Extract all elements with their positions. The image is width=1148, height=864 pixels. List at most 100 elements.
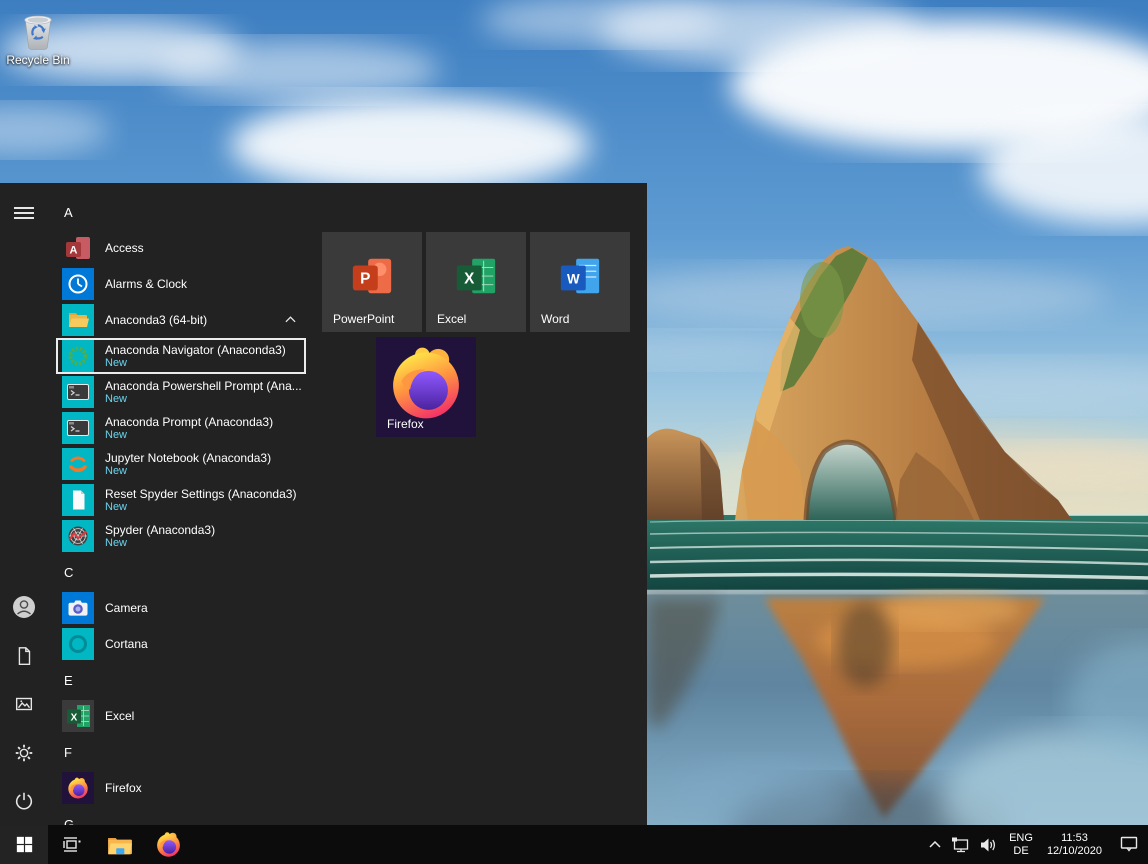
app-list-item-alarms-clock[interactable]: Alarms & Clock <box>56 266 306 302</box>
app-item-text: Anaconda Prompt (Anaconda3)New <box>105 410 273 446</box>
tile-label: PowerPoint <box>333 312 394 326</box>
app-item-label: Cortana <box>105 637 148 651</box>
section-header-label: C <box>64 565 73 580</box>
svg-text:W: W <box>567 272 580 287</box>
firefox-icon <box>387 344 465 422</box>
language-primary: ENG <box>1009 832 1033 845</box>
app-item-label: Anaconda Powershell Prompt (Ana... <box>105 379 302 393</box>
app-item-text: Camera <box>105 590 148 626</box>
clock-time: 11:53 <box>1047 832 1102 845</box>
start-menu: A AAccessAlarms & Clock Anaconda3 (64-bit)… <box>0 183 647 825</box>
firefox-taskbar-button[interactable] <box>144 825 192 864</box>
new-badge: New <box>105 357 286 370</box>
user-account-button[interactable] <box>0 583 48 631</box>
app-item-label: Spyder (Anaconda3) <box>105 523 215 537</box>
app-list-item-anaconda-navigator-anaconda3[interactable]: Anaconda Navigator (Anaconda3)New <box>56 338 306 374</box>
app-item-label: Anaconda Navigator (Anaconda3) <box>105 343 286 357</box>
app-list-item-anaconda-prompt-anaconda3[interactable]: Anaconda Prompt (Anaconda3)New <box>56 410 306 446</box>
network-button[interactable] <box>946 825 975 864</box>
section-header-label: A <box>64 205 73 220</box>
recycle-bin-shortcut[interactable]: Recycle Bin <box>5 8 71 67</box>
camera-icon <box>62 592 94 624</box>
app-list-item-anaconda-powershell-prompt-ana[interactable]: Anaconda Powershell Prompt (Ana...New <box>56 374 306 410</box>
documents-button[interactable] <box>0 632 48 680</box>
app-item-label: Camera <box>105 601 148 615</box>
app-item-label: Excel <box>105 709 134 723</box>
tile-label: Firefox <box>387 417 424 431</box>
app-list-header-g[interactable]: G <box>56 806 306 825</box>
app-list: A AAccessAlarms & Clock Anaconda3 (64-bit)… <box>56 194 306 825</box>
app-item-text: Alarms & Clock <box>105 266 187 302</box>
app-list-item-firefox[interactable]: Firefox <box>56 770 306 806</box>
taskbar: ENG DE 11:53 12/10/2020 <box>0 825 1148 864</box>
expand-menu-button[interactable] <box>0 189 48 237</box>
pictures-icon <box>13 693 35 715</box>
tray-expand-button[interactable] <box>924 825 946 864</box>
app-list-item-access[interactable]: AAccess <box>56 230 306 266</box>
collapse-chevron-icon[interactable] <box>285 316 296 323</box>
language-secondary: DE <box>1009 845 1033 858</box>
task-view-icon <box>63 836 82 853</box>
settings-button[interactable] <box>0 729 48 777</box>
recycle-bin-label: Recycle Bin <box>5 53 71 67</box>
speaker-icon <box>980 837 998 853</box>
app-item-text: Jupyter Notebook (Anaconda3)New <box>105 446 271 482</box>
start-button[interactable] <box>0 825 48 864</box>
tile-label: Word <box>541 312 569 326</box>
svg-text:P: P <box>360 271 370 288</box>
spyder-icon <box>62 520 94 552</box>
app-list-item-cortana[interactable]: Cortana <box>56 626 306 662</box>
alarms-clock-icon <box>62 268 94 300</box>
app-list-header-e[interactable]: E <box>56 662 306 698</box>
document-icon <box>13 645 35 667</box>
app-item-label: Anaconda Prompt (Anaconda3) <box>105 415 273 429</box>
powerpoint-icon: P <box>349 254 395 300</box>
app-list-item-excel[interactable]: XExcel <box>56 698 306 734</box>
system-tray: ENG DE 11:53 12/10/2020 <box>924 825 1148 864</box>
tile-word[interactable]: W Word <box>530 232 630 332</box>
terminal-icon <box>62 376 94 408</box>
language-indicator[interactable]: ENG DE <box>1003 832 1039 858</box>
app-list-item-spyder-anaconda3[interactable]: Spyder (Anaconda3)New <box>56 518 306 554</box>
clock[interactable]: 11:53 12/10/2020 <box>1039 832 1110 858</box>
app-item-label: Access <box>105 241 144 255</box>
app-list-header-f[interactable]: F <box>56 734 306 770</box>
app-item-text: Reset Spyder Settings (Anaconda3)New <box>105 482 296 518</box>
pictures-button[interactable] <box>0 680 48 728</box>
app-item-label: Reset Spyder Settings (Anaconda3) <box>105 487 296 501</box>
network-icon <box>951 836 970 853</box>
app-list-header-a[interactable]: A <box>56 194 306 230</box>
new-badge: New <box>105 429 273 442</box>
new-badge: New <box>105 465 271 478</box>
app-list-item-jupyter-notebook-anaconda3[interactable]: Jupyter Notebook (Anaconda3)New <box>56 446 306 482</box>
tile-firefox[interactable]: Firefox <box>376 337 476 437</box>
anaconda-navigator-icon <box>62 340 94 372</box>
app-list-item-reset-spyder-settings-anaconda3[interactable]: Reset Spyder Settings (Anaconda3)New <box>56 482 306 518</box>
task-view-button[interactable] <box>48 825 96 864</box>
app-list-header-c[interactable]: C <box>56 554 306 590</box>
section-header-label: G <box>64 817 74 826</box>
app-item-label: Anaconda3 (64-bit) <box>105 313 207 327</box>
new-badge: New <box>105 537 215 550</box>
power-button[interactable] <box>0 777 48 825</box>
start-menu-rail <box>0 183 48 825</box>
jupyter-icon <box>62 448 94 480</box>
action-center-icon <box>1120 836 1138 853</box>
cortana-icon <box>62 628 94 660</box>
tile-excel[interactable]: X Excel <box>426 232 526 332</box>
tile-powerpoint[interactable]: P PowerPoint <box>322 232 422 332</box>
word-icon: W <box>557 254 603 300</box>
app-item-label: Jupyter Notebook (Anaconda3) <box>105 451 271 465</box>
app-list-item-camera[interactable]: Camera <box>56 590 306 626</box>
user-icon <box>12 595 36 619</box>
app-list-item-anaconda3-64-bit[interactable]: Anaconda3 (64-bit) <box>56 302 306 338</box>
folder-icon <box>107 834 133 856</box>
gear-icon <box>13 742 35 764</box>
screen: Recycle Bin <box>0 0 1148 864</box>
action-center-button[interactable] <box>1110 825 1148 864</box>
file-explorer-button[interactable] <box>96 825 144 864</box>
volume-button[interactable] <box>975 825 1003 864</box>
tile-label: Excel <box>437 312 466 326</box>
terminal-icon <box>62 412 94 444</box>
app-item-text: Anaconda Powershell Prompt (Ana...New <box>105 374 302 410</box>
